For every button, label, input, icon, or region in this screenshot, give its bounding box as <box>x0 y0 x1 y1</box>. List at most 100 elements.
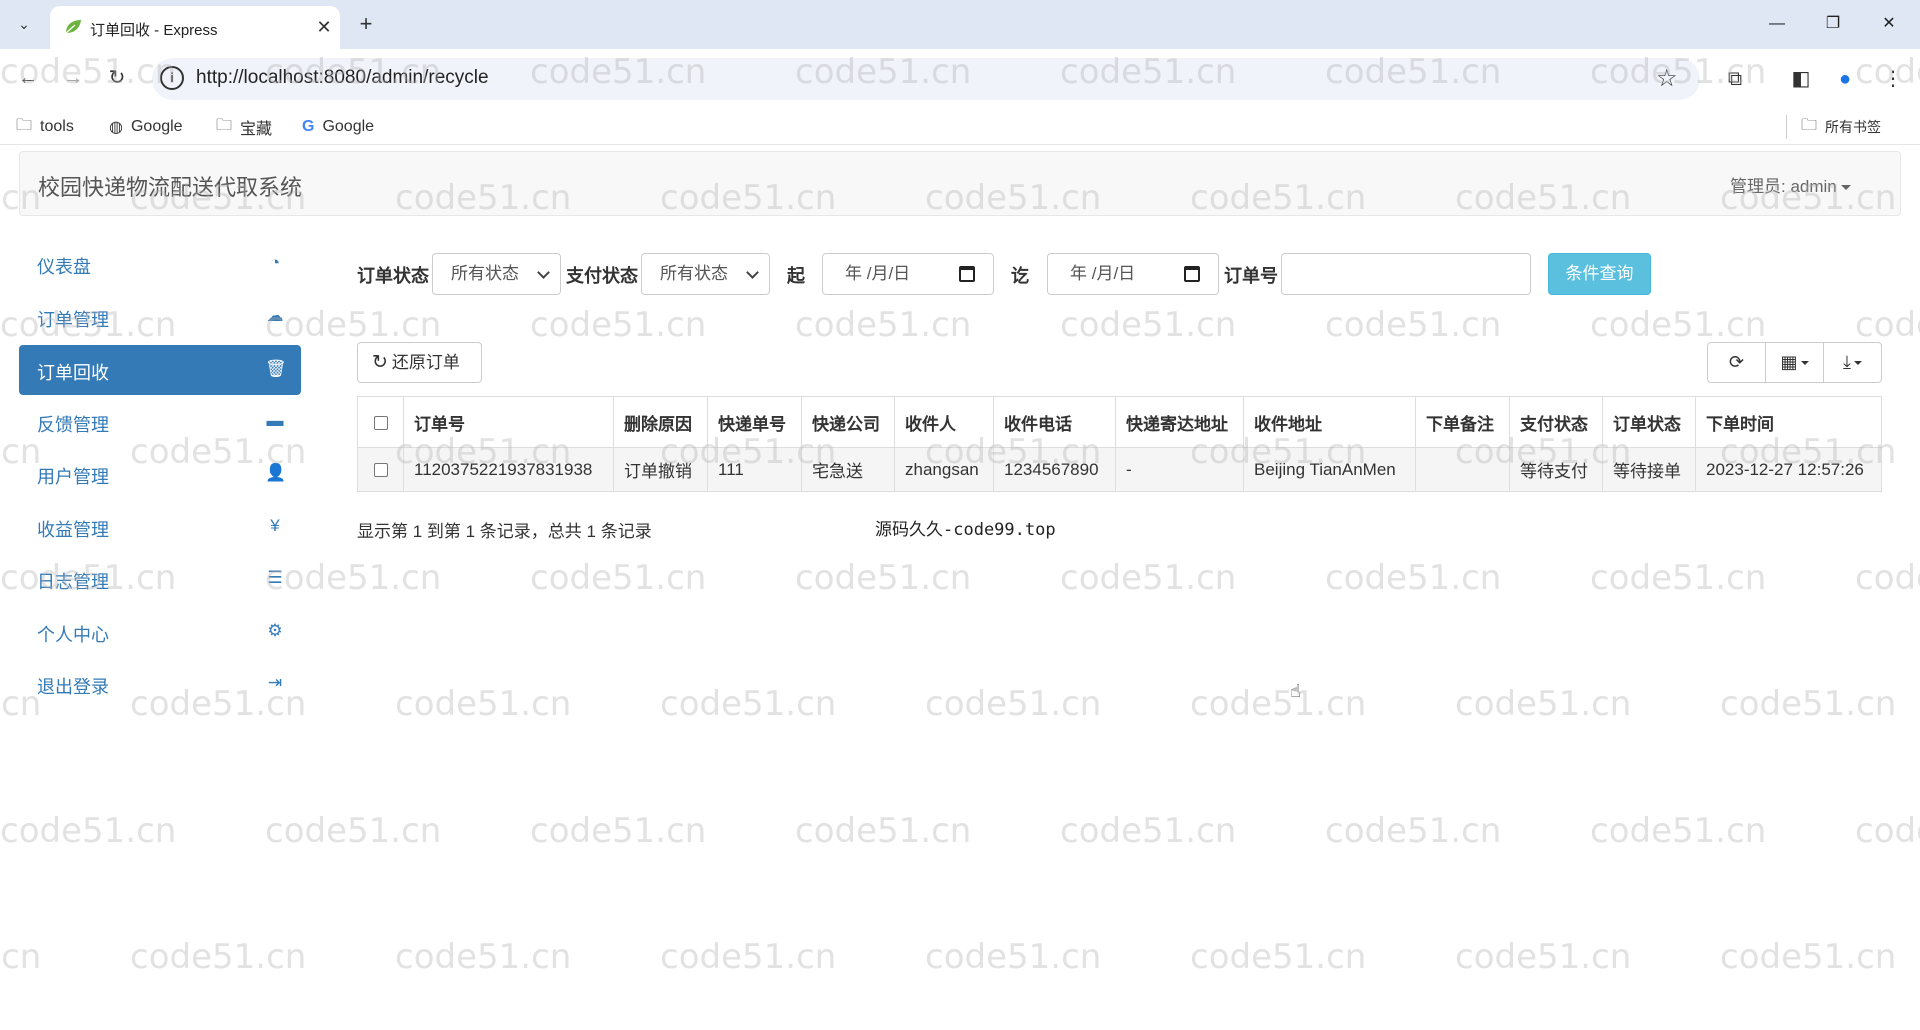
sidebar-item-profile[interactable]: 个人中心 ⚙ <box>19 607 301 657</box>
pagination-info: 显示第 1 到第 1 条记录，总共 1 条记录 <box>357 522 652 541</box>
sidebar-item-recycle[interactable]: 订单回收 🗑 <box>19 345 301 395</box>
browser-tab-active[interactable]: 订单回收 - Express ✕ <box>50 6 340 49</box>
pay-status-select[interactable]: 所有状态 <box>641 253 770 295</box>
sidebar-item-label: 退出登录 <box>37 677 109 697</box>
sidebar-item-revenue[interactable]: 收益管理 ¥ <box>19 502 301 552</box>
columns-toggle-button[interactable]: ▦ <box>1766 343 1824 382</box>
column-header[interactable]: 订单号 <box>403 396 614 448</box>
order-status-label: 订单状态 <box>357 266 429 286</box>
globe-icon: ◍ <box>109 119 123 136</box>
forward-button[interactable]: → <box>57 62 89 94</box>
column-header[interactable]: 快递公司 <box>801 396 895 448</box>
table-tools-group: ⟳ ▦ ⤓ <box>1707 342 1882 383</box>
refresh-icon: ⟳ <box>1728 352 1745 372</box>
sidebar-item-label: 订单回收 <box>37 363 109 383</box>
select-all-checkbox[interactable] <box>373 415 388 430</box>
watermark-text: code51.cn <box>1855 305 1920 345</box>
watermark-text: code51.cn <box>1190 684 1367 724</box>
column-header[interactable]: 收件电话 <box>993 396 1116 448</box>
export-button[interactable]: ⤓ <box>1824 343 1881 382</box>
table-row[interactable]: 1120375221937831938 订单撤销 111 宅急送 zhangsa… <box>357 447 1882 492</box>
column-header[interactable]: 下单时间 <box>1695 396 1882 448</box>
cell-delete-reason[interactable]: 订单撤销 <box>613 447 708 492</box>
cloud-upload-icon: ☁ <box>266 306 284 325</box>
gear-icon: ⚙ <box>267 621 283 640</box>
row-checkbox[interactable] <box>373 463 388 478</box>
end-date-label: 讫 <box>1011 266 1029 286</box>
sidebar-item-users[interactable]: 用户管理 👤 <box>19 449 301 499</box>
restore-order-button[interactable]: ↻ 还原订单 <box>357 342 482 383</box>
tab-close-icon[interactable]: ✕ <box>312 15 336 39</box>
cell-receive-address: Beijing TianAnMen <box>1243 447 1416 492</box>
bookmark-google-1[interactable]: ◍ Google <box>109 115 183 139</box>
sidebar-item-logs[interactable]: 日志管理 ☰ <box>19 554 301 604</box>
sidebar-item-feedback[interactable]: 反馈管理 ▬ <box>19 397 301 447</box>
calendar-icon[interactable] <box>1184 266 1200 282</box>
window-minimize-button[interactable]: — <box>1754 8 1800 40</box>
sidebar-item-dashboard[interactable]: 仪表盘 ◔ <box>19 239 301 289</box>
bookmark-google-2[interactable]: G Google <box>302 115 374 139</box>
profile-avatar-icon[interactable]: ● <box>1830 64 1860 94</box>
watermark-text: code51.cn <box>1720 684 1897 724</box>
window-restore-button[interactable]: ❐ <box>1810 8 1856 40</box>
logout-icon: ⇥ <box>267 673 283 692</box>
bookmark-tools[interactable]: 🗀 tools <box>16 115 74 139</box>
cell-recipient: zhangsan <box>894 447 994 492</box>
site-info-icon[interactable]: i <box>160 66 184 90</box>
url-text[interactable]: http://localhost:8080/admin/recycle <box>196 67 489 89</box>
watermark-text: code51.cn <box>795 305 972 345</box>
watermark-text: code51.cn <box>1325 811 1502 851</box>
window-close-button[interactable]: ✕ <box>1866 8 1912 40</box>
tab-title: 订单回收 - Express <box>90 22 218 39</box>
column-header[interactable]: 删除原因 <box>613 396 708 448</box>
tab-search-button[interactable]: ⌄ <box>8 10 40 38</box>
caret-down-icon <box>1800 361 1809 366</box>
refresh-table-button[interactable]: ⟳ <box>1708 343 1766 382</box>
column-header[interactable]: 订单状态 <box>1602 396 1696 448</box>
back-button[interactable]: ← <box>12 62 44 94</box>
google-g-icon: G <box>302 118 315 135</box>
calendar-icon[interactable] <box>959 266 975 282</box>
new-tab-button[interactable]: + <box>352 10 380 38</box>
folder-icon: 🗀 <box>216 116 233 134</box>
watermark-text: code51.cn <box>530 305 707 345</box>
chevron-down-icon <box>746 266 759 279</box>
order-status-select[interactable]: 所有状态 <box>432 253 561 295</box>
column-header[interactable]: 支付状态 <box>1509 396 1603 448</box>
watermark-text: code51.cn <box>1325 558 1502 598</box>
source-note: 源码久久-code99.top <box>875 520 1056 540</box>
admin-dropdown[interactable]: 管理员: admin <box>1730 172 1851 197</box>
column-header[interactable]: 下单备注 <box>1415 396 1510 448</box>
sidebar-item-logout[interactable]: 退出登录 ⇥ <box>19 659 301 709</box>
watermark-text: code51.cn <box>1455 937 1632 977</box>
sidebar-item-label: 仪表盘 <box>37 257 91 277</box>
reload-button[interactable]: ↻ <box>101 62 133 94</box>
user-icon: 👤 <box>265 463 287 482</box>
order-no-input[interactable] <box>1281 253 1531 295</box>
column-header[interactable]: 快递寄达地址 <box>1115 396 1244 448</box>
bookmark-star-icon[interactable]: ☆ <box>1656 64 1678 93</box>
end-date-input[interactable]: 年 /月/日 <box>1047 253 1219 295</box>
search-button[interactable]: 条件查询 <box>1548 253 1651 295</box>
watermark-text: code51.cn <box>1060 305 1237 345</box>
sidebar-item-label: 个人中心 <box>37 625 109 645</box>
sidebar-item-orders[interactable]: 订单管理 ☁ <box>19 292 301 342</box>
start-date-input[interactable]: 年 /月/日 <box>822 253 994 295</box>
watermark-text: code51.cn <box>0 811 177 851</box>
side-panel-icon[interactable]: ◧ <box>1786 64 1816 94</box>
watermark-text: code51.cn <box>1855 558 1920 598</box>
all-bookmarks[interactable]: 🗀 所有书签 <box>1786 115 1881 139</box>
cell-phone: 1234567890 <box>993 447 1116 492</box>
sidebar-item-label: 订单管理 <box>37 310 109 330</box>
cell-remark <box>1415 447 1510 492</box>
menu-kebab-icon[interactable]: ⋮ <box>1878 64 1908 94</box>
column-header[interactable]: 收件地址 <box>1243 396 1416 448</box>
extensions-icon[interactable]: ⧉ <box>1720 64 1750 94</box>
bookmarks-bar <box>0 109 1920 145</box>
watermark-text: code51.cn <box>265 811 442 851</box>
column-header[interactable]: 快递单号 <box>707 396 802 448</box>
bookmark-treasure[interactable]: 🗀 宝藏 <box>216 115 272 139</box>
watermark-text: code51.cn <box>530 811 707 851</box>
column-header[interactable]: 收件人 <box>894 396 994 448</box>
app-title[interactable]: 校园快递物流配送代取系统 <box>38 170 302 202</box>
